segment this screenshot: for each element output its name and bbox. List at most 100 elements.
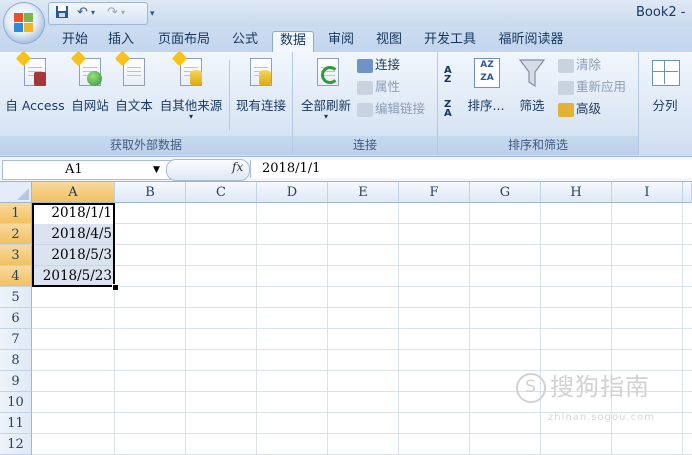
sort-ascending-button[interactable]: AZ xyxy=(444,65,460,85)
column-header-h[interactable]: H xyxy=(541,182,612,203)
from-web-button[interactable]: 自网站 xyxy=(68,50,112,114)
name-box-dropdown-icon[interactable]: ▼ xyxy=(153,161,160,179)
edit-links-button[interactable]: 编辑链接 xyxy=(357,100,425,118)
refresh-all-label: 全部刷新 xyxy=(300,98,351,113)
row-header-3[interactable]: 3 xyxy=(0,245,32,266)
access-database-icon xyxy=(15,50,50,90)
row-header-4[interactable]: 4 xyxy=(0,266,32,287)
row-header-5[interactable]: 5 xyxy=(0,287,32,308)
group-label-connections: 连接 xyxy=(293,136,437,155)
group-label-external-data: 获取外部数据 xyxy=(0,136,292,155)
sort-z-to-a-icon: ZA xyxy=(444,99,452,119)
existing-connections-label: 现有连接 xyxy=(235,98,286,113)
existing-connections-button[interactable]: 现有连接 xyxy=(232,56,290,114)
formula-input[interactable]: 2018/1/1 xyxy=(250,160,692,178)
column-header-e[interactable]: E xyxy=(328,182,399,203)
connections-icon xyxy=(357,58,373,73)
properties-icon xyxy=(357,80,373,95)
text-file-icon xyxy=(114,50,149,90)
clear-button[interactable]: 清除 xyxy=(558,56,601,74)
redo-icon[interactable]: ↷ xyxy=(107,5,118,21)
cell-a3[interactable]: 2018/5/3 xyxy=(32,245,115,266)
column-header-c[interactable]: C xyxy=(186,182,257,203)
insert-function-icon[interactable]: fx xyxy=(232,160,243,174)
sort-descending-button[interactable]: ZA xyxy=(444,99,460,119)
save-icon[interactable] xyxy=(55,5,69,24)
tab-foxit-reader[interactable]: 福昕阅读器 xyxy=(496,31,566,51)
from-text-button[interactable]: 自文本 xyxy=(112,50,156,114)
group-connections: 全部刷新 ▾ 连接 属性 编辑链接 连接 xyxy=(293,52,438,155)
split-columns-icon xyxy=(650,56,680,90)
name-box[interactable]: A1 ▼ xyxy=(2,160,172,180)
split-label: 分列 xyxy=(652,98,678,113)
row-header-8[interactable]: 8 xyxy=(0,350,32,371)
row-header-7[interactable]: 7 xyxy=(0,329,32,350)
filter-funnel-icon xyxy=(517,56,547,90)
column-header-g[interactable]: G xyxy=(470,182,541,203)
undo-dropdown-icon[interactable]: ▾ xyxy=(91,5,95,21)
advanced-filter-icon xyxy=(558,102,574,117)
filter-button[interactable]: 筛选 xyxy=(514,56,550,114)
from-other-sources-button[interactable]: 自其他来源 ▾ xyxy=(156,50,226,121)
filter-label: 筛选 xyxy=(519,98,545,113)
row-header-10[interactable]: 10 xyxy=(0,392,32,413)
cell-a1[interactable]: 2018/1/1 xyxy=(32,203,115,224)
existing-connections-icon xyxy=(246,56,276,90)
column-header-f[interactable]: F xyxy=(399,182,470,203)
column-header-b[interactable]: B xyxy=(115,182,186,203)
clear-label: 清除 xyxy=(576,57,602,72)
tab-view[interactable]: 视图 xyxy=(374,31,404,51)
connections-label: 连接 xyxy=(375,57,401,72)
from-access-button[interactable]: 自 Access xyxy=(4,50,66,114)
row-header-11[interactable]: 11 xyxy=(0,413,32,434)
other-sources-icon xyxy=(171,50,206,90)
tab-formulas[interactable]: 公式 xyxy=(230,31,260,51)
connections-button[interactable]: 连接 xyxy=(357,56,400,74)
reapply-button[interactable]: 重新应用 xyxy=(558,78,626,96)
office-logo-icon xyxy=(14,13,34,33)
name-box-value: A1 xyxy=(65,162,83,177)
row-header-2[interactable]: 2 xyxy=(0,224,32,245)
sort-a-to-z-icon: AZ xyxy=(444,65,452,85)
redo-dropdown-icon[interactable]: ▾ xyxy=(121,5,125,21)
row-header-6[interactable]: 6 xyxy=(0,308,32,329)
tab-data[interactable]: 数据 xyxy=(272,31,314,53)
tab-developer[interactable]: 开发工具 xyxy=(422,31,478,51)
tab-review[interactable]: 审阅 xyxy=(326,31,356,51)
sogou-logo-icon: S xyxy=(516,373,546,403)
cell-a4[interactable]: 2018/5/23 xyxy=(32,266,115,287)
column-header-i[interactable]: I xyxy=(612,182,683,203)
tab-page-layout[interactable]: 页面布局 xyxy=(156,31,212,51)
group-get-external-data: 自 Access 自网站 自文本 自其他来源 ▾ 现有连接 获取外部数据 xyxy=(0,50,293,155)
web-globe-icon xyxy=(70,50,105,90)
row-header-9[interactable]: 9 xyxy=(0,371,32,392)
properties-label: 属性 xyxy=(375,79,401,94)
group-label-sort-filter: 排序和筛选 xyxy=(438,136,638,155)
formula-bar: A1 ▼ fx 2018/1/1 xyxy=(0,157,692,182)
advanced-label: 高级 xyxy=(576,101,602,116)
row-header-1[interactable]: 1 xyxy=(0,203,32,224)
office-button[interactable] xyxy=(4,3,44,43)
undo-icon[interactable]: ↶ xyxy=(77,5,88,21)
tab-home[interactable]: 开始 xyxy=(60,31,90,51)
sort-button[interactable]: AZ ZA 排序... xyxy=(464,56,508,114)
quick-access-toolbar: ↶ ▾ ↷ ▾ xyxy=(48,2,148,25)
column-header-d[interactable]: D xyxy=(257,182,328,203)
sort-label: 排序... xyxy=(467,98,505,113)
refresh-all-button[interactable]: 全部刷新 ▾ xyxy=(297,56,355,121)
from-web-label: 自网站 xyxy=(71,98,109,113)
select-all-corner[interactable] xyxy=(0,182,32,203)
row-header-12[interactable]: 12 xyxy=(0,434,32,455)
text-to-columns-button[interactable]: 分列 xyxy=(645,56,685,114)
from-text-label: 自文本 xyxy=(115,98,153,113)
window-title: Book2 - xyxy=(636,5,686,20)
properties-button[interactable]: 属性 xyxy=(357,78,400,96)
customize-qat-icon[interactable]: ▾ xyxy=(150,6,155,22)
advanced-button[interactable]: 高级 xyxy=(558,100,601,118)
group-data-tools: 分列 xyxy=(639,52,692,155)
column-header-a[interactable]: A xyxy=(32,182,115,203)
group-sort-filter: AZ ZA AZ ZA 排序... 筛选 清除 重新应用 高级 排序和筛选 xyxy=(438,52,639,155)
cell-a2[interactable]: 2018/4/5 xyxy=(32,224,115,245)
ribbon-tabs: 开始 插入 页面布局 公式 数据 审阅 视图 开发工具 福昕阅读器 xyxy=(0,27,692,53)
tab-insert[interactable]: 插入 xyxy=(106,31,136,51)
